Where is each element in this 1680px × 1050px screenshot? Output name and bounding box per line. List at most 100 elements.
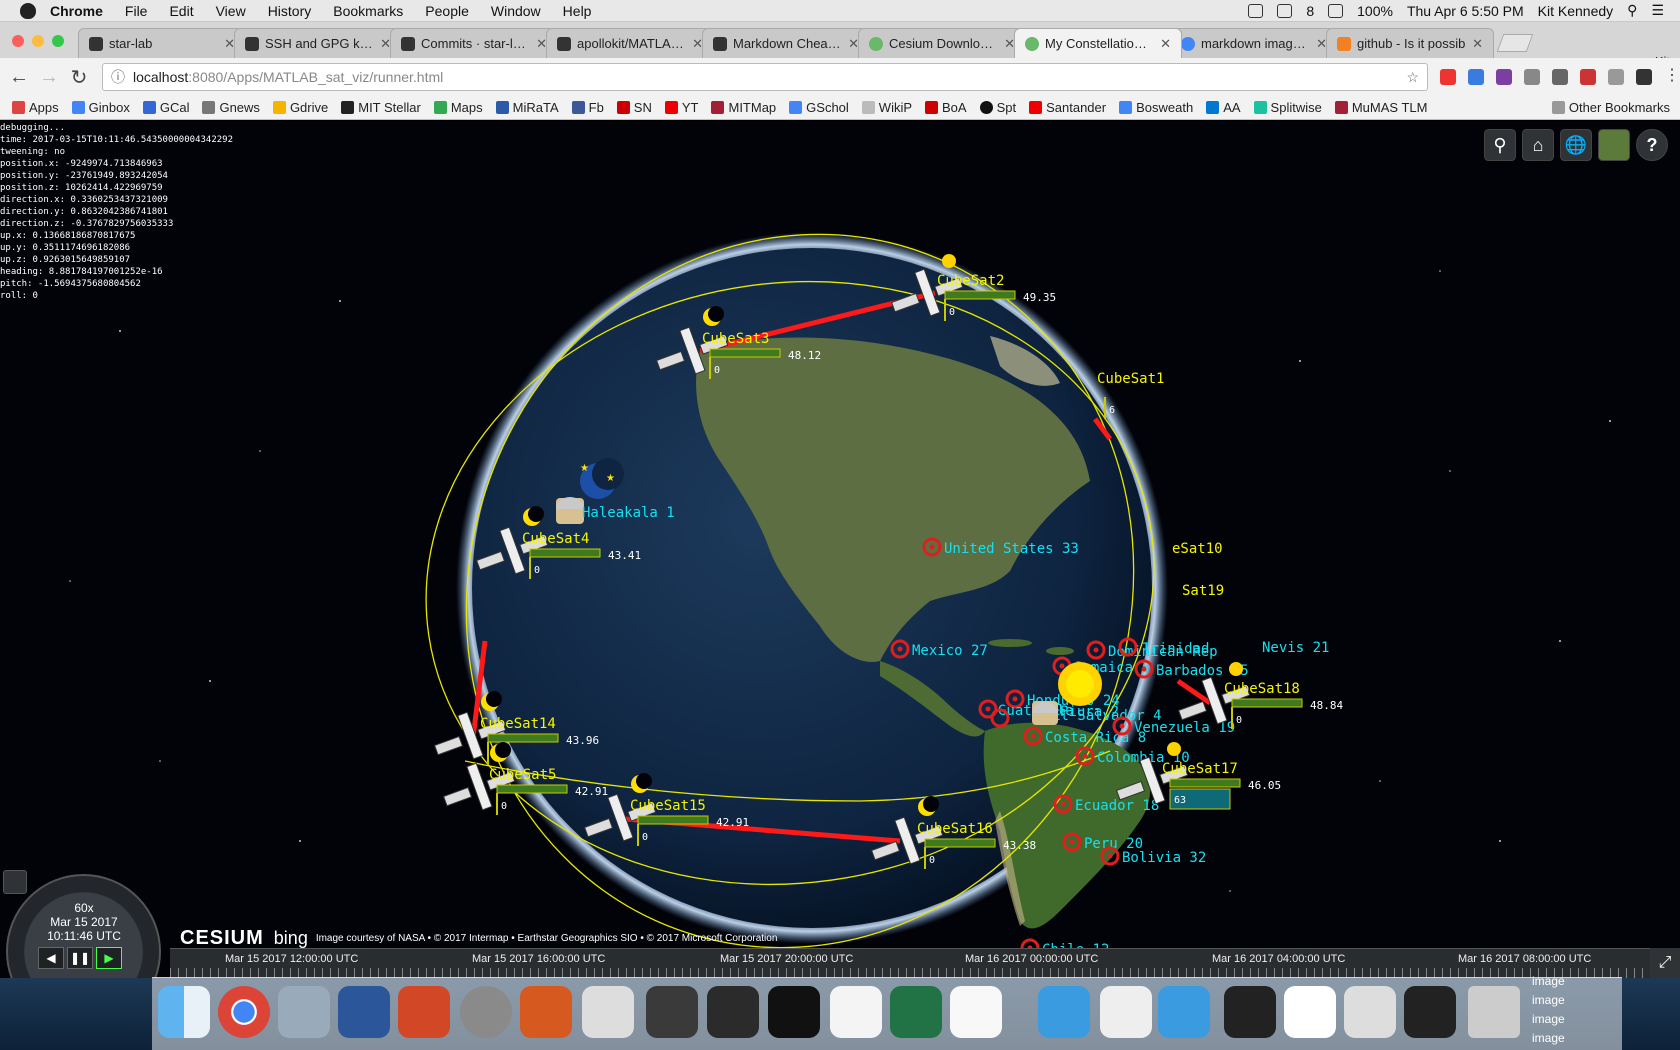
spotlight-icon[interactable]: ⚲ (1627, 2, 1637, 19)
bookmark-item[interactable]: Apps (12, 100, 59, 115)
apple-icon[interactable] (20, 2, 36, 19)
cesium-viewer[interactable]: United States 33 Mexico 27 Jamaica 3 Dom… (0, 121, 1680, 978)
extension-icon[interactable] (1636, 69, 1652, 85)
bookmark-item[interactable]: MiRaTA (495, 100, 559, 115)
bookmark-item[interactable]: Bosweath (1119, 100, 1193, 115)
clock[interactable]: Thu Apr 6 5:50 PM (1407, 3, 1524, 19)
bing-logo[interactable]: bing (274, 928, 308, 949)
home-icon[interactable]: ⌂ (1522, 129, 1554, 161)
battery-level[interactable]: 100% (1357, 3, 1393, 19)
zoom-window-icon[interactable] (52, 35, 64, 47)
onenote-icon[interactable] (1496, 69, 1512, 85)
adblock-icon[interactable] (1440, 69, 1456, 85)
bookmark-item[interactable]: Fb (571, 100, 604, 115)
chrome-menu-icon[interactable]: ⋮ (1664, 68, 1680, 85)
sublime-text-icon[interactable] (646, 986, 698, 1038)
trash-icon[interactable] (1468, 986, 1520, 1038)
back-arrow-icon[interactable]: ← (8, 66, 30, 89)
bookmark-item[interactable]: YT (664, 100, 698, 115)
menu-edit[interactable]: Edit (169, 3, 193, 19)
tab-ssh-keys[interactable]: SSH and GPG keys ✕ (234, 28, 402, 58)
word-icon[interactable] (338, 986, 390, 1038)
excel-icon[interactable] (890, 986, 942, 1038)
menu-app-name[interactable]: Chrome (50, 3, 103, 19)
bookmark-item[interactable]: MITMap (711, 100, 776, 115)
document-thumbnail-icon[interactable] (1224, 986, 1276, 1038)
calculator-icon[interactable] (582, 986, 634, 1038)
scene-mode-globe-icon[interactable]: 🌐 (1560, 129, 1592, 161)
reload-icon[interactable]: ↻ (68, 65, 90, 90)
forward-arrow-icon[interactable]: → (38, 66, 60, 89)
base-layer-picker-icon[interactable] (1598, 129, 1630, 161)
bookmark-item[interactable]: Ginbox (71, 100, 130, 115)
chrome-icon[interactable] (218, 986, 270, 1038)
tab-my-constellation[interactable]: My Constellation Sin ✕ (1014, 28, 1182, 58)
bookmark-item[interactable]: AA (1206, 100, 1241, 115)
bookmark-item[interactable]: Santander (1029, 100, 1106, 115)
satellite[interactable]: Sat19 (1182, 583, 1224, 599)
new-tab-button[interactable] (1496, 34, 1534, 52)
matlab-icon[interactable] (520, 986, 572, 1038)
bookmark-item[interactable]: MIT Stellar (341, 100, 421, 115)
extension-icon[interactable] (1552, 69, 1568, 85)
bookmark-item[interactable]: Gnews (202, 100, 260, 115)
dropbox-icon[interactable] (1277, 3, 1293, 18)
terminal-icon[interactable] (768, 986, 820, 1038)
geocoder-search-icon[interactable]: ⚲ (1484, 129, 1516, 161)
clock-icon[interactable] (3, 870, 27, 894)
image-stack[interactable]: image image image image (1532, 972, 1565, 1048)
document-thumbnail-icon[interactable] (1344, 986, 1396, 1038)
bookmark-item[interactable]: BoA (925, 100, 967, 115)
user-name[interactable]: Kit Kennedy (1538, 3, 1614, 19)
bookmark-item[interactable]: Spt (979, 100, 1016, 115)
tab-close-icon[interactable]: ✕ (1160, 36, 1171, 52)
satellite[interactable]: eSat10 (1172, 541, 1223, 557)
bookmark-item[interactable]: SN (616, 100, 652, 115)
cesium-logo[interactable]: CESIUM (180, 927, 264, 950)
system-preferences-icon[interactable] (460, 986, 512, 1038)
archive-icon[interactable] (1100, 986, 1152, 1038)
tab-commits[interactable]: Commits · star-lab/C ✕ (390, 28, 558, 58)
slack-icon[interactable] (950, 986, 1002, 1038)
menu-view[interactable]: View (216, 3, 246, 19)
tab-cesium-downloads[interactable]: Cesium Downloads ✕ (858, 28, 1026, 58)
earth-globe[interactable] (456, 232, 1168, 944)
document-thumbnail-icon[interactable] (1404, 986, 1456, 1038)
notion-icon[interactable] (707, 986, 759, 1038)
fullscreen-icon[interactable]: ⤢ (1650, 948, 1680, 978)
address-bar[interactable]: ⓘ localhost:8080/Apps/MATLAB_sat_viz/run… (102, 63, 1428, 91)
tab-apollokit[interactable]: apollokit/MATLAB_s ✕ (546, 28, 714, 58)
tab-github-possible[interactable]: github - Is it possib ✕ (1326, 28, 1494, 58)
status-badge[interactable]: 8 (1306, 3, 1314, 19)
menu-window[interactable]: Window (491, 3, 541, 19)
page-info-icon[interactable]: ⓘ (111, 67, 125, 87)
bookmark-item[interactable]: Maps (433, 100, 483, 115)
menu-help[interactable]: Help (563, 3, 592, 19)
folder-icon[interactable] (1038, 986, 1090, 1038)
minimize-window-icon[interactable] (32, 35, 44, 47)
bookmark-star-icon[interactable]: ☆ (1406, 69, 1419, 86)
close-window-icon[interactable] (12, 35, 24, 47)
tab-markdown-cheatsheet[interactable]: Markdown Cheatshe ✕ (702, 28, 870, 58)
bookmark-item[interactable]: Gdrive (272, 100, 328, 115)
mail-icon[interactable] (1524, 69, 1540, 85)
play-reverse-icon[interactable]: ◀ (38, 947, 64, 969)
ground-target[interactable]: United States 33 (922, 537, 1079, 557)
screen-icon[interactable] (1248, 3, 1264, 18)
globe-scene[interactable]: United States 33 Mexico 27 Jamaica 3 Dom… (0, 121, 1680, 978)
bookmark-item[interactable]: MuMAS TLM (1334, 100, 1427, 115)
menu-file[interactable]: File (125, 3, 148, 19)
folder-icon[interactable] (1158, 986, 1210, 1038)
help-icon[interactable]: ? (1636, 129, 1668, 161)
menu-bookmarks[interactable]: Bookmarks (333, 3, 403, 19)
menu-people[interactable]: People (425, 3, 469, 19)
bookmark-item[interactable]: WikiP (861, 100, 912, 115)
bookmark-item[interactable]: GCal (142, 100, 189, 115)
bookmark-item[interactable]: Splitwise (1253, 100, 1322, 115)
preview-icon[interactable] (278, 986, 330, 1038)
extension-icon[interactable] (1608, 69, 1624, 85)
finder-icon[interactable] (158, 986, 210, 1038)
extension-icon[interactable] (1580, 69, 1596, 85)
textedit-icon[interactable] (830, 986, 882, 1038)
bookmark-item[interactable]: GSchol (789, 100, 849, 115)
